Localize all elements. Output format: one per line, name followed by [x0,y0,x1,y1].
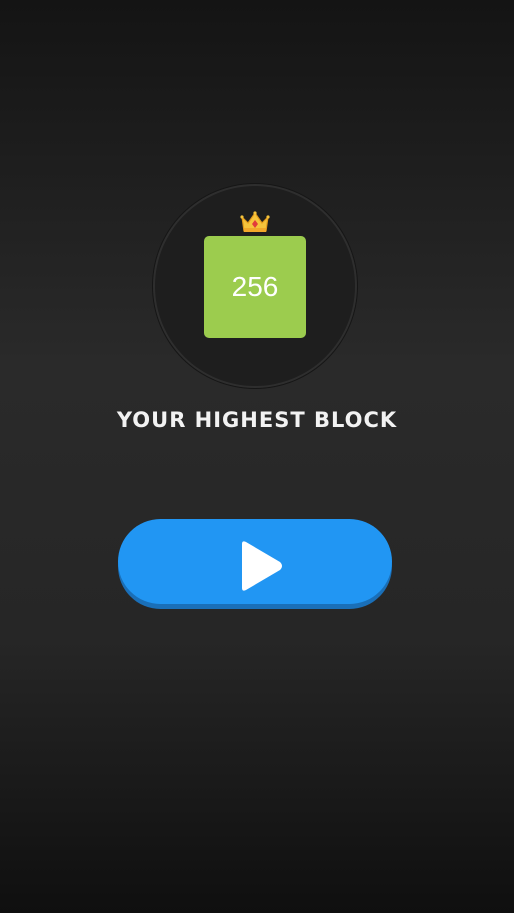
highest-block-tile: 256 [204,236,306,338]
crown-icon [240,211,270,232]
highest-block-value: 256 [231,271,279,302]
highest-block-caption: YOUR HIGHEST BLOCK [116,408,398,432]
play-icon[interactable] [238,540,284,592]
